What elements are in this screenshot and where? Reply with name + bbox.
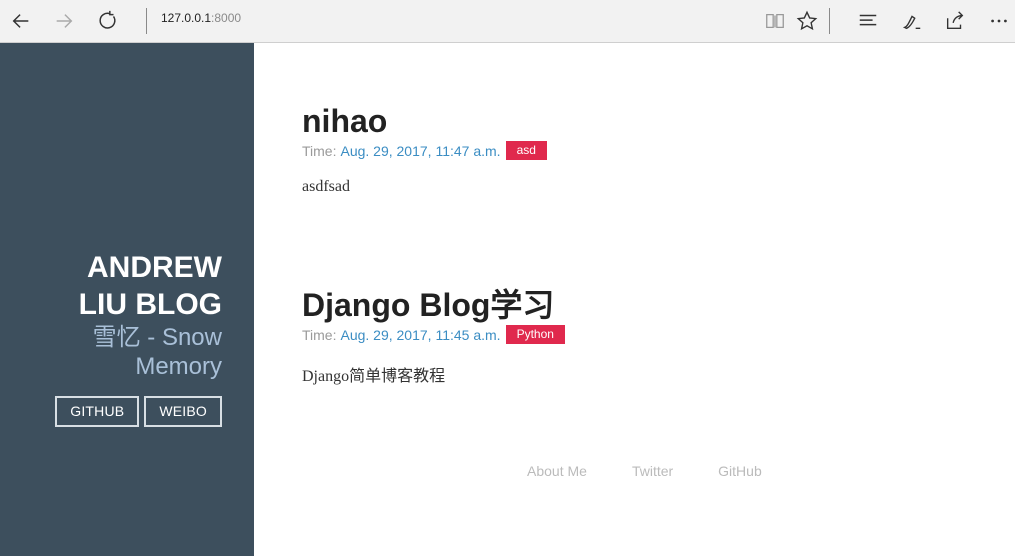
post-title[interactable]: nihao	[302, 102, 547, 140]
back-icon[interactable]	[6, 6, 36, 36]
post-excerpt: Django简单博客教程	[302, 368, 446, 385]
post-excerpt: asdfsad	[302, 178, 350, 195]
post-meta: Time: Aug. 29, 2017, 11:45 a.m. Python	[302, 325, 565, 344]
social-links: GITHUB WEIBO	[55, 396, 222, 427]
toolbar-separator	[829, 8, 830, 34]
favorite-star-icon[interactable]	[792, 6, 822, 36]
post-meta: Time: Aug. 29, 2017, 11:47 a.m. asd	[302, 141, 547, 160]
blog-subtitle-line2: Memory	[135, 353, 222, 380]
reading-view-icon[interactable]	[760, 6, 790, 36]
address-bar[interactable]: 127.0.0.1:8000	[161, 11, 241, 25]
post-date-link[interactable]: Aug. 29, 2017, 11:45 a.m.	[340, 327, 500, 343]
post-item: Django Blog学习 Time: Aug. 29, 2017, 11:45…	[302, 286, 565, 386]
post-tag[interactable]: Python	[505, 325, 565, 344]
browser-toolbar: 127.0.0.1:8000	[0, 0, 1015, 43]
blog-title-line2: LIU BLOG	[78, 288, 222, 321]
footer-twitter-link[interactable]: Twitter	[632, 463, 673, 479]
github-button[interactable]: GITHUB	[55, 396, 140, 427]
address-separator	[146, 8, 147, 34]
blog-title[interactable]: ANDREW LIU BLOG	[22, 249, 222, 323]
post-title[interactable]: Django Blog学习	[302, 286, 565, 324]
footer-links: About Me Twitter GitHub	[527, 463, 762, 479]
share-icon[interactable]	[940, 6, 970, 36]
time-label: Time:	[302, 142, 337, 159]
url-port: :8000	[211, 11, 242, 25]
post-item: nihao Time: Aug. 29, 2017, 11:47 a.m. as…	[302, 102, 547, 196]
main-content: nihao Time: Aug. 29, 2017, 11:47 a.m. as…	[254, 43, 1015, 556]
footer-github-link[interactable]: GitHub	[718, 463, 762, 479]
url-host: 127.0.0.1	[161, 11, 212, 25]
blog-subtitle-line1: 雪忆 - Snow	[92, 324, 222, 351]
blog-title-line1: ANDREW	[87, 251, 222, 284]
refresh-icon[interactable]	[93, 6, 123, 36]
post-date-link[interactable]: Aug. 29, 2017, 11:47 a.m.	[340, 143, 500, 159]
web-note-icon[interactable]	[897, 6, 927, 36]
blog-subtitle: 雪忆 - Snow Memory	[22, 323, 222, 381]
more-icon[interactable]	[984, 6, 1014, 36]
sidebar: ANDREW LIU BLOG 雪忆 - Snow Memory GITHUB …	[0, 43, 254, 556]
time-label: Time:	[302, 326, 337, 343]
weibo-button[interactable]: WEIBO	[144, 396, 222, 427]
footer-about-me-link[interactable]: About Me	[527, 463, 587, 479]
post-tag[interactable]: asd	[505, 141, 547, 160]
forward-icon[interactable]	[49, 6, 79, 36]
hub-icon[interactable]	[853, 6, 883, 36]
